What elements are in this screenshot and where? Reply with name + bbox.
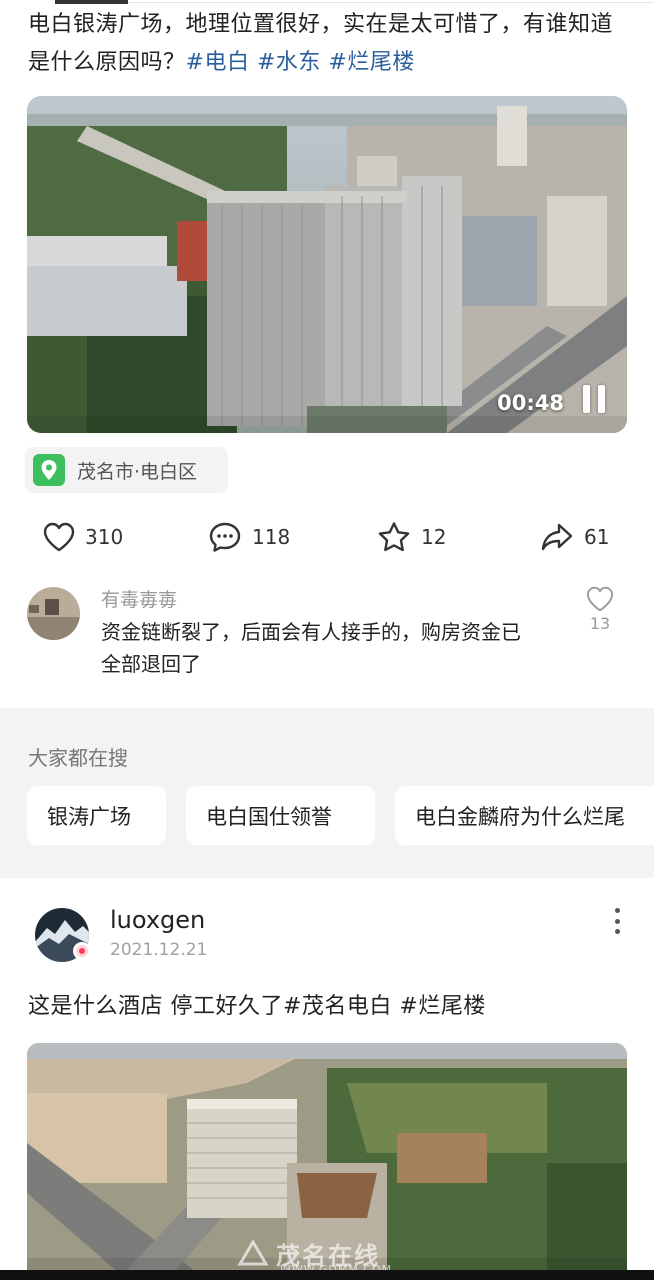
location-pin-icon [33, 454, 65, 486]
comment-like-count: 13 [589, 614, 611, 633]
share-count: 61 [584, 525, 610, 549]
video-duration: 00:48 [497, 391, 564, 415]
more-vertical-icon[interactable] [613, 908, 621, 934]
section-title: 大家都在搜 [28, 746, 128, 770]
comment-button[interactable]: 118 [208, 516, 290, 558]
hashtag[interactable]: #水东 [257, 50, 321, 75]
avatar[interactable] [35, 908, 91, 962]
share-button[interactable]: 61 [540, 516, 609, 558]
watermark-logo-icon [237, 1239, 269, 1266]
hashtag[interactable]: #电白 [186, 50, 250, 75]
comment-like-button[interactable]: 13 [585, 586, 615, 633]
video-player[interactable]: 00:48 [27, 96, 627, 433]
video-thumbnail [27, 96, 627, 433]
post-body-text: 电白银涛广场，地理位置很好，实在是太可惜了，有谁知道是什么原因吗？ [28, 12, 614, 75]
heart-icon [586, 586, 614, 612]
top-comment[interactable]: 有毒毐毐 资金链断裂了，后面会有人接手的，购房资金已全部退回了 13 [27, 584, 627, 684]
star-icon [378, 522, 410, 552]
avatar[interactable] [27, 587, 80, 640]
system-bottom-bar [0, 1270, 654, 1280]
search-suggestion[interactable]: 银涛广场 [27, 786, 166, 845]
comment-count: 118 [252, 525, 291, 549]
favorite-button[interactable]: 12 [377, 516, 446, 558]
search-suggestion[interactable]: 电白国仕领誉 [186, 786, 375, 845]
comment-username[interactable]: 有毒毐毐 [101, 585, 177, 612]
post-username[interactable]: luoxgen [110, 906, 205, 934]
post-text: 这是什么酒店 停工好久了#茂名电白 #烂尾楼 [28, 994, 486, 1019]
live-badge-icon [73, 942, 91, 960]
trending-searches: 大家都在搜 银涛广场 电白国仕领誉 电白金麟府为什么烂尾 [0, 708, 654, 878]
pause-icon[interactable] [583, 385, 605, 413]
location-label: 茂名市·电白区 [77, 460, 198, 483]
post-text: 电白银涛广场，地理位置很好，实在是太可惜了，有谁知道是什么原因吗？#电白 #水东… [28, 6, 632, 82]
heart-icon [43, 522, 75, 552]
top-divider [0, 0, 654, 4]
post-date: 2021.12.21 [110, 940, 208, 960]
favorite-count: 12 [421, 525, 447, 549]
action-bar: 310 118 12 61 [0, 516, 654, 558]
like-button[interactable]: 310 [43, 516, 123, 558]
comment-text: 资金链断裂了，后面会有人接手的，购房资金已全部退回了 [101, 620, 521, 676]
location-tag[interactable]: 茂名市·电白区 [25, 447, 228, 493]
search-suggestion[interactable]: 电白金麟府为什么烂尾 [395, 786, 654, 845]
hashtag[interactable]: #烂尾楼 [328, 50, 414, 75]
share-arrow-icon [541, 523, 573, 551]
like-count: 310 [85, 525, 124, 549]
chat-bubble-icon [209, 522, 241, 552]
